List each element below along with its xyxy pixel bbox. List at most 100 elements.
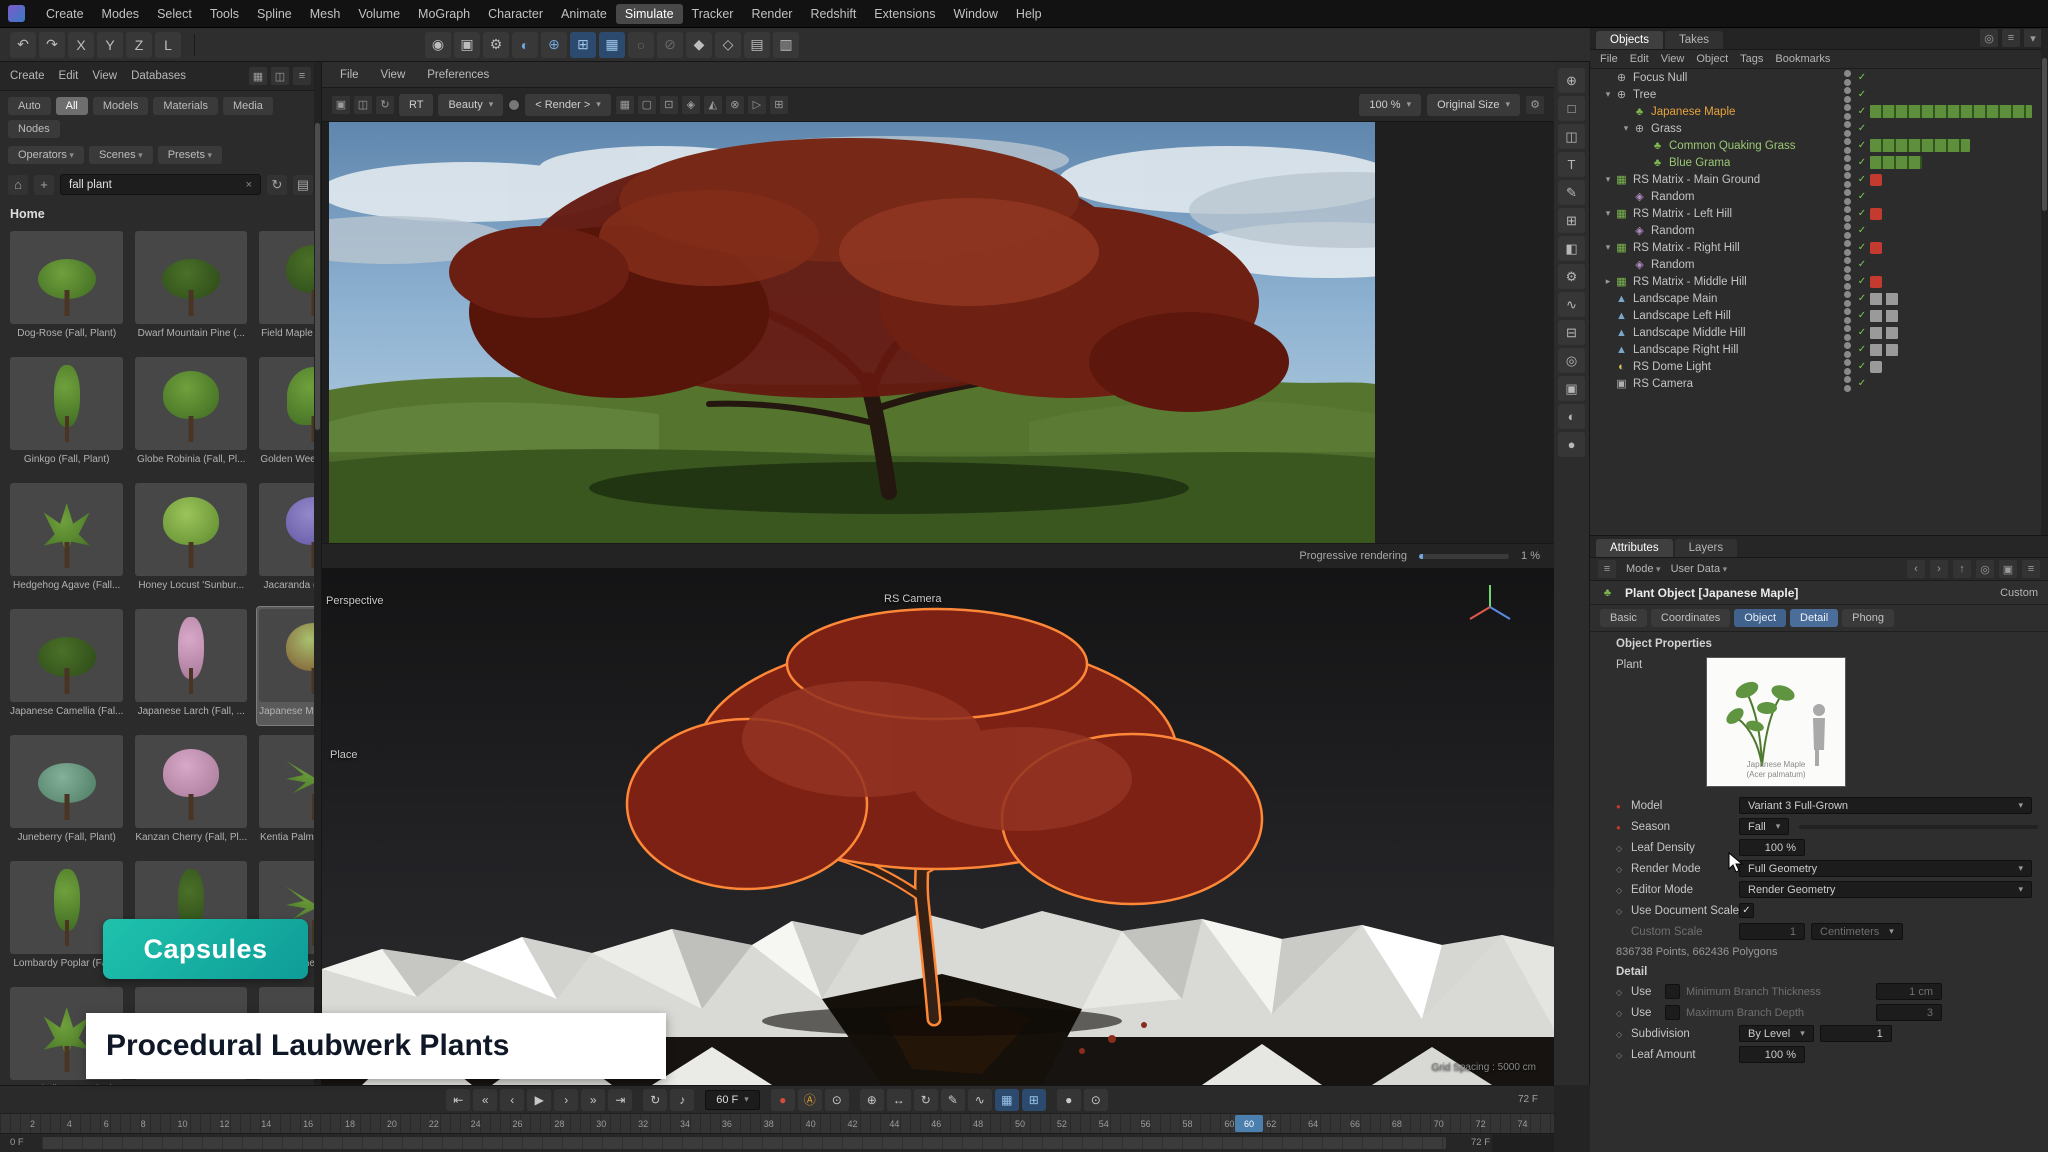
visibility-toggles[interactable]: [1844, 291, 1854, 307]
redo-icon[interactable]: ↷: [39, 32, 65, 58]
clear-search-icon[interactable]: ×: [246, 179, 252, 191]
om-menu-item[interactable]: Edit: [1630, 53, 1649, 65]
plant-asset-item[interactable]: Japanese Maple (Fall, ...: [257, 607, 322, 725]
enable-check-icon[interactable]: [1854, 310, 1870, 321]
interactive-render-icon[interactable]: ◐: [512, 32, 538, 58]
plant-asset-item[interactable]: Hedgehog Agave (Fall...: [8, 481, 125, 599]
symmetry-icon[interactable]: ◧: [1558, 236, 1585, 261]
property-marker-icon[interactable]: [1616, 842, 1631, 854]
visibility-toggles[interactable]: [1844, 155, 1854, 171]
property-tail-control[interactable]: 3: [1876, 1004, 1942, 1021]
om-menu-item[interactable]: View: [1661, 53, 1685, 65]
plant-asset-item[interactable]: Globe Robinia (Fall, Pl...: [133, 355, 249, 473]
menu-item[interactable]: Volume: [349, 4, 409, 24]
color-swatch-icon[interactable]: [508, 99, 520, 111]
object-tree-row[interactable]: ▲ Landscape Left Hill: [1590, 307, 2048, 324]
channels-icon[interactable]: ◭: [704, 96, 722, 114]
autokey-button[interactable]: Ⓐ: [798, 1089, 822, 1111]
undo-icon[interactable]: ↶: [10, 32, 36, 58]
menu-item[interactable]: Modes: [93, 4, 149, 24]
enable-check-icon[interactable]: [1854, 208, 1870, 219]
visibility-toggles[interactable]: [1844, 376, 1854, 392]
object-tags[interactable]: [1870, 276, 2040, 288]
sim-play-button[interactable]: ⊞: [1022, 1089, 1046, 1111]
plant-asset-item[interactable]: Japanese Camellia (Fal...: [8, 607, 125, 725]
swap-icon[interactable]: ⊗: [726, 96, 744, 114]
picture-viewer-icon[interactable]: ▷: [748, 96, 766, 114]
property-marker-icon[interactable]: [1616, 1049, 1631, 1061]
current-frame-field[interactable]: 60 F: [705, 1090, 760, 1110]
sim-toggle-button[interactable]: ▦: [995, 1089, 1019, 1111]
object-tree-row[interactable]: ▾ ⊕ Grass: [1590, 120, 2048, 137]
plant-asset-item[interactable]: Juneberry (Fall, Plant): [8, 733, 125, 851]
refresh-icon[interactable]: ↻: [267, 175, 287, 195]
asset-menu-item[interactable]: View: [92, 70, 117, 82]
record-param-button[interactable]: ✎: [941, 1089, 965, 1111]
object-label[interactable]: Grass: [1651, 123, 1682, 135]
om-menu-item[interactable]: File: [1600, 53, 1618, 65]
visibility-toggles[interactable]: [1844, 121, 1854, 137]
custom-preset-dropdown[interactable]: Custom: [2000, 587, 2038, 599]
object-label[interactable]: Random: [1651, 225, 1694, 237]
history-icon[interactable]: ↻: [376, 96, 394, 114]
sound-button[interactable]: ♪: [670, 1089, 694, 1111]
light-tool-icon[interactable]: ◐: [1558, 404, 1585, 429]
plant-thumbnail[interactable]: [10, 483, 123, 576]
magnet-icon[interactable]: ⊕: [541, 32, 567, 58]
timeline-ruler[interactable]: 2468101214161820222426283032343638404244…: [0, 1113, 1554, 1133]
perspective-viewport[interactable]: Perspective RS Camera Place Grid Spacing…: [322, 569, 1554, 1085]
model-mode-icon[interactable]: □: [1558, 96, 1585, 121]
menu-item[interactable]: Simulate: [616, 4, 683, 24]
render-pass-dropdown[interactable]: Beauty: [438, 94, 503, 116]
enable-check-icon[interactable]: [1854, 344, 1870, 355]
filter-chip[interactable]: Models: [93, 97, 148, 115]
object-tags[interactable]: [1870, 156, 2040, 169]
solo-button[interactable]: ●: [1057, 1089, 1081, 1111]
plant-thumbnail[interactable]: [135, 357, 247, 450]
property-marker-icon[interactable]: [1616, 884, 1631, 896]
timeline-range-bar[interactable]: 0 F 72 F: [0, 1133, 1554, 1152]
material-manager-icon[interactable]: ▤: [744, 32, 770, 58]
viewport-name-label[interactable]: Perspective: [326, 595, 383, 607]
object-tree-row[interactable]: ♣ Common Quaking Grass: [1590, 137, 2048, 154]
workplane-icon[interactable]: ○: [628, 32, 654, 58]
record-pla-button[interactable]: ∿: [968, 1089, 992, 1111]
axis-lock-toggle[interactable]: L: [155, 32, 181, 58]
plant-thumbnail[interactable]: [135, 483, 247, 576]
spline-icon[interactable]: ∿: [1558, 292, 1585, 317]
user-data-dropdown[interactable]: User Data: [1671, 563, 1728, 575]
plant-thumbnail[interactable]: [10, 609, 123, 702]
plant-thumbnail[interactable]: [259, 231, 322, 324]
property-control[interactable]: Variant 3 Full-Grown: [1739, 797, 2032, 814]
search-input[interactable]: fall plant ×: [60, 174, 261, 195]
category-tab[interactable]: Phong: [1842, 609, 1894, 627]
visibility-toggles[interactable]: [1844, 172, 1854, 188]
object-tree-row[interactable]: ⊕ Focus Null: [1590, 69, 2048, 86]
search-icon[interactable]: ◎: [1980, 29, 1998, 47]
axis-y-toggle[interactable]: Y: [97, 32, 123, 58]
plant-thumbnail[interactable]: [259, 357, 322, 450]
viewport-menu-item[interactable]: View: [371, 67, 416, 83]
filter-chip[interactable]: Nodes: [8, 120, 60, 138]
camera-tool-icon[interactable]: ▣: [1558, 376, 1585, 401]
axis-x-toggle[interactable]: X: [68, 32, 94, 58]
property-marker-icon[interactable]: [1616, 1028, 1631, 1040]
up-icon[interactable]: ↑: [1953, 560, 1971, 578]
text-tool-icon[interactable]: T: [1558, 152, 1585, 177]
visibility-toggles[interactable]: [1844, 308, 1854, 324]
object-tree-row[interactable]: ◈ Random: [1590, 222, 2048, 239]
viewport-menu-item[interactable]: File: [330, 67, 369, 83]
plant-thumbnail[interactable]: [259, 735, 322, 828]
viewport-menu-item[interactable]: Preferences: [417, 67, 499, 83]
object-tree-row[interactable]: ♣ Japanese Maple: [1590, 103, 2048, 120]
object-tags[interactable]: [1870, 174, 2040, 186]
asset-browser-scrollbar[interactable]: [314, 62, 321, 1085]
visibility-toggles[interactable]: [1844, 138, 1854, 154]
object-tags[interactable]: [1870, 361, 2040, 373]
enable-check-icon[interactable]: [1854, 157, 1870, 168]
visibility-toggles[interactable]: [1844, 189, 1854, 205]
enable-check-icon[interactable]: [1854, 140, 1870, 151]
content-browser-icon[interactable]: ▥: [773, 32, 799, 58]
filter-dropdown-chip[interactable]: Scenes: [89, 146, 153, 164]
hamburger-icon[interactable]: ≡: [1598, 560, 1616, 578]
